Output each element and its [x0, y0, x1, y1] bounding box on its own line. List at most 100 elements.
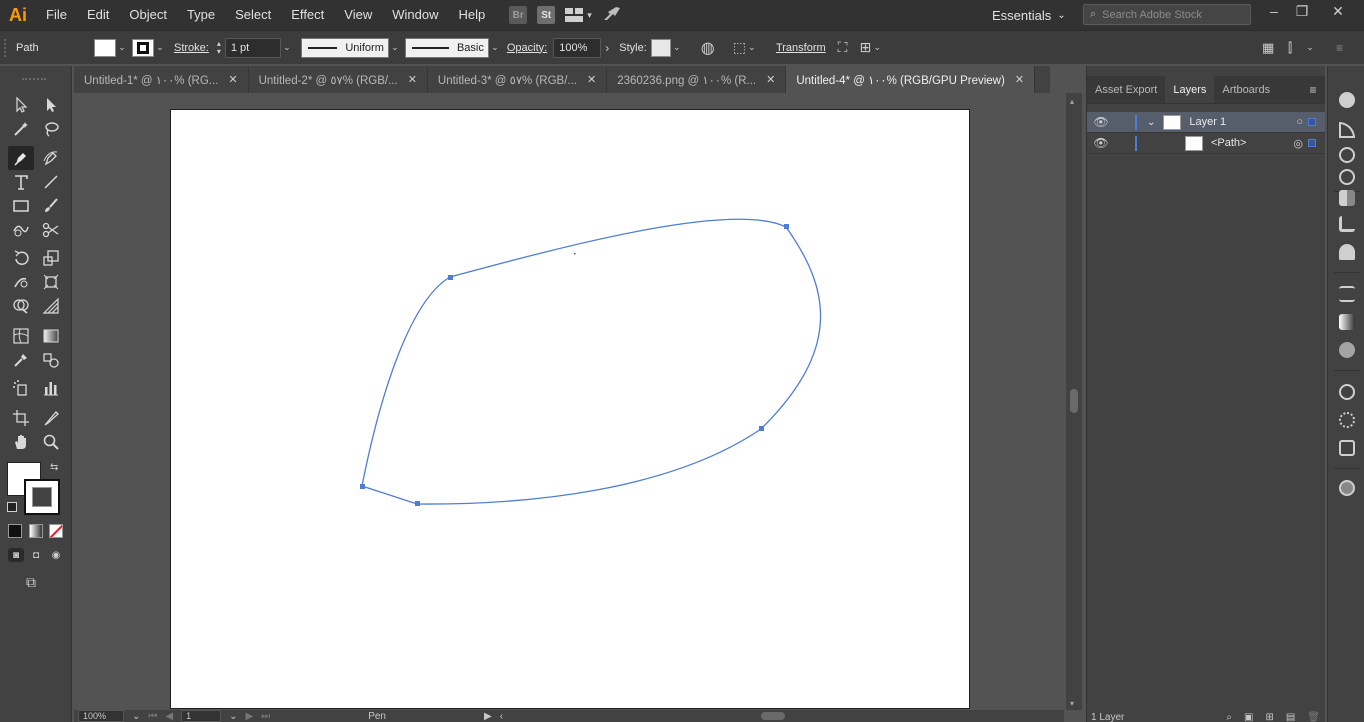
swatches-panel-icon[interactable] — [1339, 190, 1355, 206]
search-panel-icon[interactable] — [1339, 169, 1355, 185]
stroke-swatch[interactable] — [132, 38, 154, 57]
stroke-panel-icon[interactable] — [1339, 286, 1355, 302]
opacity-label[interactable]: Opacity: — [507, 42, 547, 54]
locate-object-icon[interactable]: ⌕ — [1226, 712, 1232, 722]
chevron-down-icon[interactable]: ⌄ — [1147, 117, 1155, 128]
gradient-mode-icon[interactable] — [29, 524, 43, 538]
blend-tool-icon[interactable] — [38, 348, 64, 372]
paintbrush-tool-icon[interactable] — [38, 194, 64, 218]
selection-indicator[interactable] — [1308, 118, 1316, 126]
zoom-tool-icon[interactable] — [38, 430, 64, 454]
recolor-artwork-icon[interactable]: ◍ — [701, 38, 715, 58]
chevron-down-icon[interactable]: ⌄ — [389, 42, 401, 53]
tab-untitled-2[interactable]: Untitled-2* @ ٥٧% (RGB/... ✕ — [248, 66, 428, 93]
brush-definition[interactable]: Basic — [404, 37, 489, 58]
stroke-label[interactable]: Stroke: — [174, 42, 209, 54]
close-icon[interactable]: ✕ — [1324, 0, 1352, 22]
scroll-left-icon[interactable]: ‹ — [500, 711, 503, 722]
selection-indicator[interactable] — [1308, 139, 1316, 147]
horizontal-scrollbar-thumb[interactable] — [761, 712, 786, 720]
bridge-button[interactable]: Br — [509, 6, 528, 24]
delete-layer-icon[interactable]: 🗑 — [1307, 712, 1320, 722]
tab-layers[interactable]: Layers — [1165, 76, 1215, 103]
warp-tool-icon[interactable] — [8, 270, 34, 294]
menu-help[interactable]: Help — [448, 0, 495, 30]
menu-edit[interactable]: Edit — [77, 0, 119, 30]
symbol-sprayer-tool-icon[interactable] — [8, 376, 34, 400]
arrange-documents-icon[interactable]: ▾ — [565, 8, 592, 22]
menu-select[interactable]: Select — [225, 0, 281, 30]
anchor-point[interactable] — [759, 426, 764, 431]
transform-button[interactable]: Transform — [772, 39, 830, 57]
graphic-styles-panel-icon[interactable] — [1339, 412, 1355, 428]
type-tool-icon[interactable] — [8, 170, 34, 194]
mesh-tool-icon[interactable] — [8, 324, 34, 348]
anchor-point[interactable] — [448, 275, 453, 280]
column-graph-tool-icon[interactable] — [38, 376, 64, 400]
rotate-tool-icon[interactable] — [8, 246, 34, 270]
direct-selection-tool-icon[interactable] — [38, 93, 64, 117]
color-mode-icon[interactable] — [8, 524, 22, 538]
perspective-grid-tool-icon[interactable] — [38, 294, 64, 318]
chevron-down-icon[interactable]: ⌄ — [229, 711, 237, 722]
close-icon[interactable]: ✕ — [228, 73, 237, 86]
menu-effect[interactable]: Effect — [281, 0, 334, 30]
target-circle-selected-icon[interactable]: ◎ — [1293, 137, 1303, 150]
align-to-icon[interactable]: ⬚ — [733, 39, 746, 56]
chevron-down-icon[interactable]: ⌄ — [132, 711, 140, 722]
sublayer-name[interactable]: <Path> — [1211, 137, 1246, 149]
vertical-scrollbar[interactable]: ▴ ▾ — [1066, 93, 1082, 710]
artboard[interactable] — [170, 109, 970, 709]
chevron-down-icon[interactable]: ⌄ — [671, 42, 683, 53]
gpu-performance-icon[interactable] — [602, 6, 622, 25]
tab-untitled-1[interactable]: Untitled-1* @ ١٠٠% (RG... ✕ — [74, 66, 249, 93]
layer-row[interactable]: 👁 ⌄ Layer 1 ○ — [1087, 112, 1325, 133]
chevron-down-icon[interactable]: ⌄ — [489, 42, 501, 53]
selection-tool-icon[interactable] — [8, 93, 34, 117]
tab-untitled-4[interactable]: Untitled-4* @ ١٠٠% (RGB/GPU Preview) ✕ — [786, 66, 1036, 93]
arrange-panels-icon[interactable]: ▦ — [1262, 40, 1274, 56]
transparency-panel-icon[interactable] — [1339, 342, 1355, 358]
target-circle-icon[interactable]: ○ — [1296, 116, 1303, 128]
selected-path[interactable] — [361, 218, 822, 505]
close-icon[interactable]: ✕ — [766, 73, 775, 86]
pen-tool-icon[interactable] — [8, 146, 34, 170]
draw-inside-icon[interactable]: ◉ — [48, 548, 64, 562]
menu-file[interactable]: File — [36, 0, 77, 30]
next-artboard-icon[interactable]: ▶ — [245, 711, 253, 722]
shaper-tool-icon[interactable] — [8, 218, 34, 242]
gradient-tool-icon[interactable] — [38, 324, 64, 348]
workspace-switcher[interactable]: Essentials ⌄ — [992, 0, 1066, 30]
scroll-up-icon[interactable]: ▴ — [1070, 97, 1074, 106]
rectangle-tool-icon[interactable] — [8, 194, 34, 218]
anchor-point[interactable] — [415, 501, 420, 506]
chevron-down-icon[interactable]: ⌄ — [116, 42, 128, 53]
last-artboard-icon[interactable]: ⏭ — [261, 711, 270, 722]
prev-artboard-icon[interactable]: ◀ — [165, 711, 173, 722]
graphic-style-swatch[interactable] — [650, 38, 671, 57]
libraries-panel-icon[interactable] — [1339, 480, 1355, 496]
sublayer-row[interactable]: 👁 <Path> ◎ — [1087, 133, 1325, 154]
recolor-icon[interactable] — [1339, 147, 1355, 163]
gradient-panel-icon[interactable] — [1339, 314, 1355, 330]
panel-layout-icon[interactable]: ⫿ — [1288, 40, 1292, 56]
opacity-field[interactable]: 100% — [553, 37, 602, 58]
canvas-area[interactable] — [74, 93, 1066, 710]
variable-width-profile[interactable]: Uniform — [300, 37, 389, 58]
chevron-down-icon[interactable]: ⌄ — [746, 42, 758, 53]
layer-name[interactable]: Layer 1 — [1189, 116, 1226, 128]
curvature-tool-icon[interactable] — [38, 146, 64, 170]
swap-fill-stroke-icon[interactable]: ⇆ — [50, 462, 58, 473]
appearance-panel-icon[interactable] — [1339, 384, 1355, 400]
scissors-tool-icon[interactable] — [38, 218, 64, 242]
slice-tool-icon[interactable] — [38, 406, 64, 430]
isolate-object-icon[interactable]: ⛶ — [838, 39, 848, 56]
tab-2360236-png[interactable]: 2360236.png @ ١٠٠% (R... ✕ — [607, 66, 787, 93]
first-artboard-icon[interactable]: ⏮ — [148, 711, 157, 722]
close-icon[interactable]: ✕ — [1015, 73, 1024, 86]
menu-view[interactable]: View — [334, 0, 382, 30]
path-artwork[interactable] — [171, 110, 971, 710]
new-layer-icon[interactable]: ▤ — [1286, 712, 1295, 722]
chevron-down-icon[interactable]: ⌄ — [1304, 42, 1316, 53]
search-input[interactable] — [1102, 8, 1243, 21]
